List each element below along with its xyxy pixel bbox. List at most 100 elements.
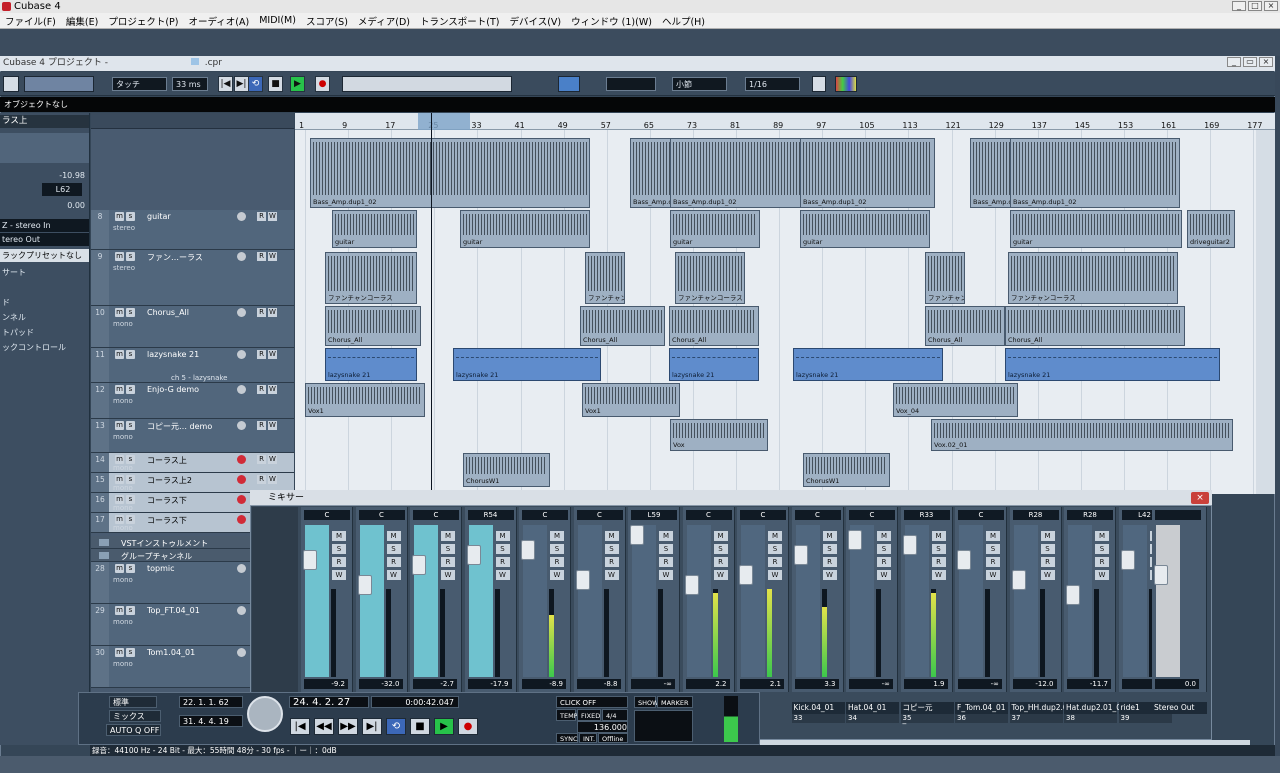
strip-r-button[interactable]: R [877, 557, 891, 567]
snap-toggle[interactable] [558, 76, 580, 92]
strip-r-button[interactable]: R [822, 557, 837, 567]
mute-button[interactable]: m [115, 648, 124, 657]
inspector-buttons[interactable] [0, 133, 89, 163]
fader-knob[interactable] [1154, 565, 1168, 585]
mute-button[interactable]: m [115, 564, 124, 573]
track-row[interactable]: 14 m s R Wmono コーラス上 [91, 453, 294, 473]
volume-fader[interactable] [1120, 525, 1147, 677]
volume-fader[interactable] [575, 525, 602, 677]
arrange-area[interactable]: Bass_Amp.dup1_02 Bass_Amp.dup1_02 Bass_Amp… [295, 130, 1256, 494]
strip-m-button[interactable]: M [822, 531, 837, 541]
strip-r-button[interactable]: R [931, 557, 946, 567]
strip-r-button[interactable]: R [1040, 557, 1055, 567]
strip-buttons[interactable]: MSRW [713, 531, 728, 580]
constrain-delay-button[interactable] [3, 76, 19, 92]
marker-buttons[interactable] [634, 710, 693, 742]
read-write-group[interactable]: RW [257, 308, 277, 317]
mute-button[interactable]: m [115, 515, 124, 524]
read-button[interactable]: R [257, 421, 266, 430]
mute-solo-group[interactable]: ms [115, 495, 135, 504]
strip-s-button[interactable]: S [659, 544, 673, 554]
write-button[interactable]: W [268, 421, 277, 430]
track-name[interactable]: lazysnake 21 [147, 350, 199, 359]
audio-clip[interactable]: ファンチャンコーラス [675, 252, 745, 304]
track-name[interactable]: コピー元… demo [147, 421, 212, 432]
track-row[interactable]: 9 m s R Wstereo ファン…ーラス [91, 250, 294, 306]
transport-play-button[interactable]: ▶ [434, 718, 454, 735]
strip-w-button[interactable]: W [768, 570, 782, 580]
solo-button[interactable]: s [126, 421, 135, 430]
solo-button[interactable]: s [126, 252, 135, 261]
write-button[interactable]: W [268, 308, 277, 317]
read-write-group[interactable]: RW [257, 212, 277, 221]
track-name[interactable]: Tom1.04_01 [147, 648, 195, 657]
mixer-channel-strip[interactable]: R28 M S R W -12.0 [1009, 507, 1062, 692]
pan-display[interactable]: C [740, 510, 786, 520]
read-write-group[interactable]: RW [257, 350, 277, 359]
audio-clip[interactable]: lazysnake 21 [669, 348, 759, 381]
strip-w-button[interactable]: W [659, 570, 673, 580]
solo-button[interactable]: s [126, 212, 135, 221]
goto-prev-button[interactable]: ▶| [234, 76, 249, 92]
preroll-mode[interactable]: 標準 [109, 696, 157, 708]
strip-s-button[interactable]: S [877, 544, 891, 554]
mixer-channel-strip[interactable]: C M S R W -8.9 [519, 507, 571, 692]
sync-value[interactable]: INT. [579, 733, 597, 743]
locator-range[interactable] [418, 113, 470, 130]
mixer-channel-strip[interactable]: C M S R W -∞ [955, 507, 1007, 692]
fader-knob[interactable] [848, 530, 862, 550]
record-enable-button[interactable] [237, 515, 246, 524]
volume-fader[interactable] [957, 525, 983, 677]
read-write-group[interactable]: RW [257, 421, 277, 430]
strip-s-button[interactable]: S [386, 544, 401, 554]
strip-w-button[interactable]: W [986, 570, 1000, 580]
volume-fader[interactable] [466, 525, 493, 677]
strip-w-button[interactable]: W [1040, 570, 1055, 580]
scissors-icon[interactable] [812, 76, 826, 92]
inspector-item-send[interactable]: ド [0, 296, 89, 309]
strip-r-button[interactable]: R [550, 557, 564, 567]
track-name[interactable]: コーラス下 [147, 515, 187, 526]
solo-button[interactable]: s [126, 515, 135, 524]
strip-buttons[interactable]: MSRW [1040, 531, 1055, 580]
menu-item-4[interactable]: MIDI(M) [259, 15, 296, 26]
record-enable-button[interactable] [237, 475, 246, 484]
record-enable-button[interactable] [237, 606, 246, 615]
strip-buttons[interactable]: MSRW [495, 531, 510, 580]
write-button[interactable]: W [268, 455, 277, 464]
write-button[interactable]: W [268, 350, 277, 359]
mute-solo-group[interactable]: ms [115, 455, 135, 464]
volume-fader[interactable] [303, 525, 329, 677]
fader-knob[interactable] [630, 525, 644, 545]
read-write-group[interactable]: RW [257, 252, 277, 261]
strip-s-button[interactable]: S [495, 544, 510, 554]
right-locator[interactable]: 31. 4. 4. 19 [179, 715, 243, 727]
menu-item-0[interactable]: ファイル(F) [5, 14, 56, 28]
marker-label[interactable]: MARKER [657, 696, 693, 708]
strip-r-button[interactable]: R [332, 557, 346, 567]
track-name[interactable]: guitar [147, 212, 171, 221]
volume-fader[interactable] [902, 525, 929, 677]
tempo-display[interactable]: 136.000 [577, 721, 628, 733]
inspector-pan[interactable]: L62 [42, 183, 82, 196]
strip-s-button[interactable]: S [1040, 544, 1055, 554]
sync-label[interactable]: SYNC [556, 733, 578, 743]
strip-buttons[interactable]: MSRW [822, 531, 837, 580]
menu-item-8[interactable]: デバイス(V) [510, 14, 562, 28]
fader-knob[interactable] [793, 545, 808, 565]
goto-start-button[interactable]: |◀ [218, 76, 233, 92]
track-name[interactable]: VSTインストゥルメント [121, 538, 208, 549]
transport-stop-button[interactable]: ■ [410, 718, 430, 735]
strip-buttons[interactable]: MSRW [386, 531, 401, 580]
fader-knob[interactable] [902, 535, 917, 555]
audio-clip[interactable]: Bass_Amp.dup1_02 [1010, 138, 1180, 208]
inspector-delay[interactable]: 0.00 [0, 199, 89, 212]
inspector-track-name[interactable]: ラス上 [0, 115, 89, 128]
transport-goto-end-button[interactable]: ▶| [362, 718, 382, 735]
strip-w-button[interactable]: W [1095, 570, 1109, 580]
mixer-channel-strip[interactable]: C M S R W 3.3 [791, 507, 844, 692]
write-button[interactable]: W [268, 212, 277, 221]
mute-solo-group[interactable]: ms [115, 308, 135, 317]
pan-display[interactable]: C [685, 510, 732, 520]
solo-button[interactable]: s [126, 455, 135, 464]
